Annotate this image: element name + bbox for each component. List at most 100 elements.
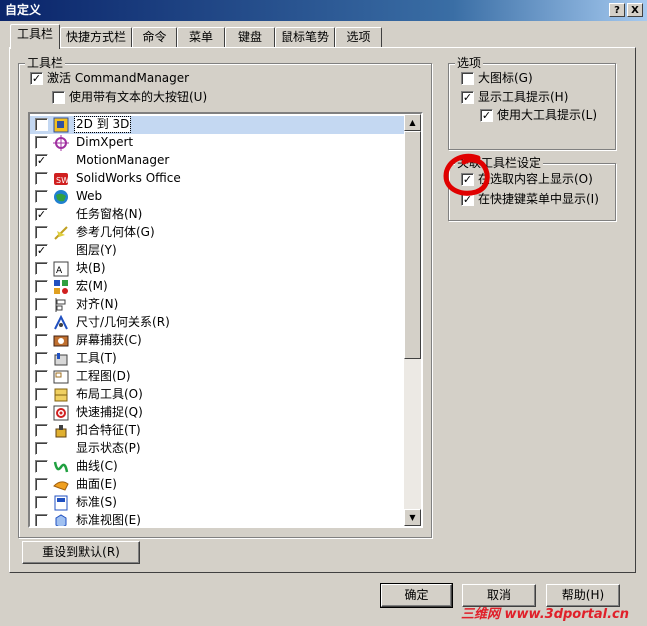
scroll-down-icon[interactable]: ▼ <box>404 509 421 526</box>
standard-icon <box>54 495 68 511</box>
list-item-checkbox[interactable] <box>35 460 48 473</box>
list-item[interactable]: 参考几何体(G) <box>30 224 404 242</box>
list-item-label: MotionManager <box>76 153 170 167</box>
scroll-thumb[interactable] <box>404 131 421 359</box>
list-item-label: 屏幕捕获(C) <box>76 333 142 347</box>
ok-button[interactable]: 确定 <box>380 583 453 608</box>
list-item[interactable]: 标准(S) <box>30 494 404 512</box>
tab-shortcut-bar[interactable]: 快捷方式栏 <box>60 27 132 48</box>
list-item-label: 标准视图(E) <box>76 513 141 527</box>
list-item[interactable]: 曲面(E) <box>30 476 404 494</box>
list-item[interactable]: 工具(T) <box>30 350 404 368</box>
reset-default-button[interactable]: 重设到默认(R) <box>22 541 140 564</box>
list-item[interactable]: 快速捕捉(Q) <box>30 404 404 422</box>
tab-mouse-gestures[interactable]: 鼠标笔势 <box>275 27 335 48</box>
activate-commandmanager-label: 激活 CommandManager <box>47 71 190 85</box>
list-item-label: 曲面(E) <box>76 477 117 491</box>
surfaces-icon <box>53 481 69 491</box>
svg-text:A: A <box>56 266 63 276</box>
tools-icon <box>54 353 68 366</box>
web-globe-icon <box>54 190 68 204</box>
activate-commandmanager-checkbox[interactable]: ✓ <box>30 72 43 85</box>
list-item[interactable]: 布局工具(O) <box>30 386 404 404</box>
large-buttons-label: 使用带有文本的大按钮(U) <box>69 90 208 104</box>
help-title-button[interactable]: ? <box>609 3 625 17</box>
large-icons-checkbox[interactable] <box>461 72 474 85</box>
list-item[interactable]: A 块(B) <box>30 260 404 278</box>
list-item-label: 参考几何体(G) <box>76 225 155 239</box>
tab-menus[interactable]: 菜单 <box>177 27 225 48</box>
list-item-checkbox[interactable] <box>35 514 48 526</box>
tab-toolbars[interactable]: 工具栏 <box>10 24 60 49</box>
list-item-checkbox[interactable] <box>35 370 48 383</box>
list-item-checkbox[interactable] <box>35 406 48 419</box>
dimxpert-icon <box>53 135 69 151</box>
list-item-checkbox[interactable] <box>35 352 48 365</box>
list-item-label: 任务窗格(N) <box>76 207 143 221</box>
large-tooltips-checkbox[interactable]: ✓ <box>480 109 493 122</box>
list-item-checkbox[interactable] <box>35 442 48 455</box>
list-item-checkbox[interactable] <box>35 136 48 149</box>
list-item-label: 工具(T) <box>76 351 117 365</box>
list-item[interactable]: 扣合特征(T) <box>30 422 404 440</box>
list-item[interactable]: 显示状态(P) <box>30 440 404 458</box>
list-item-checkbox[interactable]: ✓ <box>35 208 48 221</box>
list-item-label: 快速捕捉(Q) <box>76 405 143 419</box>
list-item-checkbox[interactable] <box>35 190 48 203</box>
list-item[interactable]: 尺寸/几何关系(R) <box>30 314 404 332</box>
list-item-checkbox[interactable] <box>35 280 48 293</box>
list-item[interactable]: 曲线(C) <box>30 458 404 476</box>
toolbars-group-legend: 工具栏 <box>25 56 66 70</box>
list-item[interactable]: 对齐(N) <box>30 296 404 314</box>
svg-text:SW: SW <box>56 176 69 185</box>
list-item-checkbox[interactable] <box>35 334 48 347</box>
tab-keyboard[interactable]: 键盘 <box>225 27 275 48</box>
list-item[interactable]: 标准视图(E) <box>30 512 404 527</box>
list-item[interactable]: 屏幕捕获(C) <box>30 332 404 350</box>
scroll-up-icon[interactable]: ▲ <box>404 114 421 131</box>
title-bar[interactable]: 自定义 <box>0 0 647 21</box>
list-item-checkbox[interactable] <box>35 118 48 131</box>
list-item[interactable]: 宏(M) <box>30 278 404 296</box>
list-item-label: 块(B) <box>76 261 106 275</box>
tab-commands[interactable]: 命令 <box>132 27 177 48</box>
list-item-checkbox[interactable] <box>35 262 48 275</box>
list-item-checkbox[interactable]: ✓ <box>35 244 48 257</box>
list-item-label: 2D 到 3D <box>73 116 132 133</box>
list-item-checkbox[interactable]: ✓ <box>35 154 48 167</box>
window-title: 自定义 <box>5 3 42 17</box>
list-item[interactable]: Web <box>30 188 404 206</box>
list-item-checkbox[interactable] <box>35 298 48 311</box>
list-item[interactable]: 工程图(D) <box>30 368 404 386</box>
list-item-checkbox[interactable] <box>35 496 48 509</box>
annotation-circle <box>443 153 490 196</box>
tab-options[interactable]: 选项 <box>335 27 382 48</box>
toolbars-listbox[interactable]: 2D 到 3D DimXpert ✓ MotionManager SW SolidWork… <box>28 112 423 528</box>
show-tooltips-checkbox[interactable]: ✓ <box>461 91 474 104</box>
list-item-checkbox[interactable] <box>35 388 48 401</box>
standard-views-icon <box>55 514 67 526</box>
list-item-checkbox[interactable] <box>35 226 48 239</box>
block-icon: A <box>53 261 69 277</box>
close-icon[interactable]: X <box>627 3 643 17</box>
list-scrollbar[interactable]: ▲ ▼ <box>404 114 421 526</box>
list-item-checkbox[interactable] <box>35 316 48 329</box>
large-buttons-checkbox[interactable] <box>52 91 65 104</box>
list-item[interactable]: SW SolidWorks Office <box>30 170 404 188</box>
list-item-label: 尺寸/几何关系(R) <box>76 315 170 329</box>
list-item-checkbox[interactable] <box>35 424 48 437</box>
large-tooltips-label: 使用大工具提示(L) <box>497 108 598 122</box>
2d-to-3d-icon <box>53 117 69 133</box>
list-item-checkbox[interactable] <box>35 478 48 491</box>
options-group-legend: 选项 <box>455 56 484 70</box>
list-item[interactable]: ✓ MotionManager <box>30 152 404 170</box>
list-item[interactable]: DimXpert <box>30 134 404 152</box>
dimension-relations-icon <box>54 315 68 330</box>
list-item-label: 布局工具(O) <box>76 387 143 401</box>
list-item[interactable]: ✓ 任务窗格(N) <box>30 206 404 224</box>
list-item-label: 标准(S) <box>76 495 117 509</box>
list-item-label: SolidWorks Office <box>76 171 181 185</box>
list-item[interactable]: 2D 到 3D <box>30 116 404 134</box>
list-item[interactable]: ✓ 图层(Y) <box>30 242 404 260</box>
list-item-checkbox[interactable] <box>35 172 48 185</box>
